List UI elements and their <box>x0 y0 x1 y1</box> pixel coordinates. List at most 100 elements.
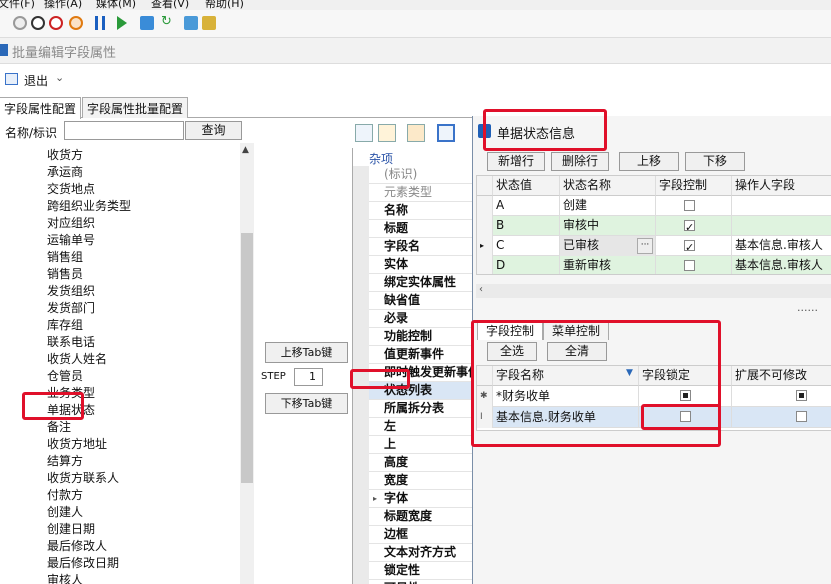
field-control-checkbox[interactable] <box>684 218 695 236</box>
move-down-button[interactable]: 下移 <box>685 152 745 171</box>
scroll-up-icon[interactable]: ▲ <box>242 145 249 155</box>
property-row[interactable]: 可见性 <box>369 580 472 584</box>
ellipsis-button[interactable]: ··· <box>637 238 653 254</box>
menu-media[interactable]: 媒体(M) <box>96 0 136 10</box>
exit-button[interactable]: 退出 <box>24 72 48 89</box>
filter-icon[interactable]: ▼ <box>626 368 633 378</box>
property-row[interactable]: 高度 <box>369 454 472 472</box>
table-cell[interactable]: 创建 <box>560 196 656 216</box>
property-row[interactable]: 左 <box>369 418 472 436</box>
list-item[interactable]: 收货方联系人 <box>47 469 119 486</box>
menu-view[interactable]: 查看(V) <box>151 0 189 10</box>
property-row[interactable]: 所属拆分表 <box>369 400 472 418</box>
field-control-checkbox[interactable] <box>684 238 695 256</box>
expand-icon[interactable]: ▸ <box>373 494 377 503</box>
select-all-button[interactable]: 全选 <box>487 342 537 361</box>
move-down-tab-button[interactable]: 下移Tab键 <box>265 393 348 414</box>
list-item[interactable]: 最后修改日期 <box>47 554 119 571</box>
play-icon[interactable] <box>117 16 127 30</box>
move-up-tab-button[interactable]: 上移Tab键 <box>265 342 348 363</box>
tab-menu-control[interactable]: 菜单控制 <box>543 320 610 340</box>
table-row[interactable]: A 创建 <box>477 196 831 216</box>
table-cell[interactable] <box>732 216 831 236</box>
property-row[interactable]: 名称 <box>369 202 472 220</box>
list-item[interactable]: 销售组 <box>47 248 83 265</box>
column-header[interactable]: 状态值 <box>493 176 560 196</box>
record-icon[interactable] <box>13 16 27 30</box>
table-cell[interactable]: C <box>493 236 560 256</box>
list-item[interactable]: 发货部门 <box>47 299 95 316</box>
ext-readonly-checkbox[interactable] <box>796 411 807 422</box>
transfer-icon[interactable] <box>184 16 198 30</box>
list-item[interactable]: 交货地点 <box>47 180 95 197</box>
property-pages-icon[interactable] <box>407 124 425 142</box>
field-control-checkbox[interactable] <box>684 200 695 211</box>
property-row[interactable]: 值更新事件 <box>369 346 472 364</box>
list-item[interactable]: 创建人 <box>47 503 83 520</box>
property-row[interactable]: 功能控制 <box>369 328 472 346</box>
tab-field-control[interactable]: 字段控制 <box>477 320 544 340</box>
tab-field-properties[interactable]: 字段属性配置 <box>0 97 82 119</box>
field-list-scrollbar[interactable]: ▲ <box>240 143 254 584</box>
property-row[interactable]: 状态列表 <box>369 382 472 400</box>
list-item[interactable]: 审核人 <box>47 571 83 584</box>
property-row[interactable]: 标题 <box>369 220 472 238</box>
field-lock-checkbox[interactable] <box>680 390 691 401</box>
list-item[interactable]: 结算方 <box>47 452 83 469</box>
table-cell[interactable]: A <box>493 196 560 216</box>
chevron-down-icon[interactable]: ⌄ <box>55 71 64 84</box>
property-row[interactable]: (标识) <box>369 166 472 184</box>
edit-cursor-icon[interactable]: I <box>477 407 493 428</box>
list-item[interactable]: 承运商 <box>47 163 83 180</box>
list-item[interactable]: 单据状态 <box>47 401 95 418</box>
field-lock-checkbox[interactable] <box>680 411 691 422</box>
column-header[interactable]: 字段名称 <box>493 366 639 386</box>
delete-row-button[interactable]: 删除行 <box>551 152 609 171</box>
property-row[interactable]: 字段名 <box>369 238 472 256</box>
table-row[interactable]: I 基本信息.财务收单 <box>477 407 831 428</box>
search-button[interactable]: 查询 <box>185 121 242 140</box>
list-item[interactable]: 业务类型 <box>47 384 95 401</box>
stop-icon[interactable] <box>31 16 45 30</box>
table-cell[interactable]: B <box>493 216 560 236</box>
tab-batch-properties[interactable]: 字段属性批量配置 <box>82 97 189 118</box>
sort-alpha-icon[interactable] <box>378 124 396 142</box>
list-item[interactable]: 联系电话 <box>47 333 95 350</box>
list-item[interactable]: 运输单号 <box>47 231 95 248</box>
stop-red-icon[interactable] <box>49 16 63 30</box>
property-row[interactable]: 边框 <box>369 526 472 544</box>
clear-all-button[interactable]: 全清 <box>547 342 607 361</box>
splitter-dots[interactable]: ...... <box>797 301 818 314</box>
list-item[interactable]: 仓管员 <box>47 367 83 384</box>
package-icon[interactable] <box>140 16 154 30</box>
property-category[interactable]: 杂项 <box>369 150 393 167</box>
property-row[interactable]: 宽度 <box>369 472 472 490</box>
table-cell[interactable]: 审核中 <box>560 216 656 236</box>
exit-icon[interactable] <box>5 73 18 85</box>
add-row-button[interactable]: 新增行 <box>487 152 545 171</box>
property-row[interactable]: 标题宽度 <box>369 508 472 526</box>
property-row[interactable]: 实体 <box>369 256 472 274</box>
property-row[interactable]: 缺省值 <box>369 292 472 310</box>
scroll-left-icon[interactable]: ‹ <box>479 284 483 295</box>
column-header[interactable]: 状态名称 <box>560 176 656 196</box>
list-item[interactable]: 发货组织 <box>47 282 95 299</box>
column-header[interactable]: 操作人字段 <box>732 176 831 196</box>
step-input[interactable]: 1 <box>294 368 323 386</box>
menu-file[interactable]: 文件(F) <box>0 0 35 10</box>
table-cell[interactable]: 基本信息.财务收单 <box>493 407 639 428</box>
events-icon[interactable] <box>437 124 455 142</box>
property-row[interactable]: 绑定实体属性 <box>369 274 472 292</box>
list-item[interactable]: 备注 <box>47 418 71 435</box>
list-item[interactable]: 销售员 <box>47 265 83 282</box>
list-item[interactable]: 跨组织业务类型 <box>47 197 131 214</box>
property-row[interactable]: 文本对齐方式 <box>369 544 472 562</box>
list-item[interactable]: 库存组 <box>47 316 83 333</box>
table-row[interactable]: ▸C已审核···基本信息.审核人 <box>477 236 831 256</box>
list-item[interactable]: 收货方地址 <box>47 435 107 452</box>
table-cell[interactable]: *财务收单 <box>493 386 639 407</box>
list-item[interactable]: 付款方 <box>47 486 83 503</box>
list-item[interactable]: 最后修改人 <box>47 537 107 554</box>
state-grid-hscroll[interactable]: ‹ <box>476 284 831 298</box>
table-row[interactable]: D 重新审核 基本信息.审核人 <box>477 256 831 274</box>
